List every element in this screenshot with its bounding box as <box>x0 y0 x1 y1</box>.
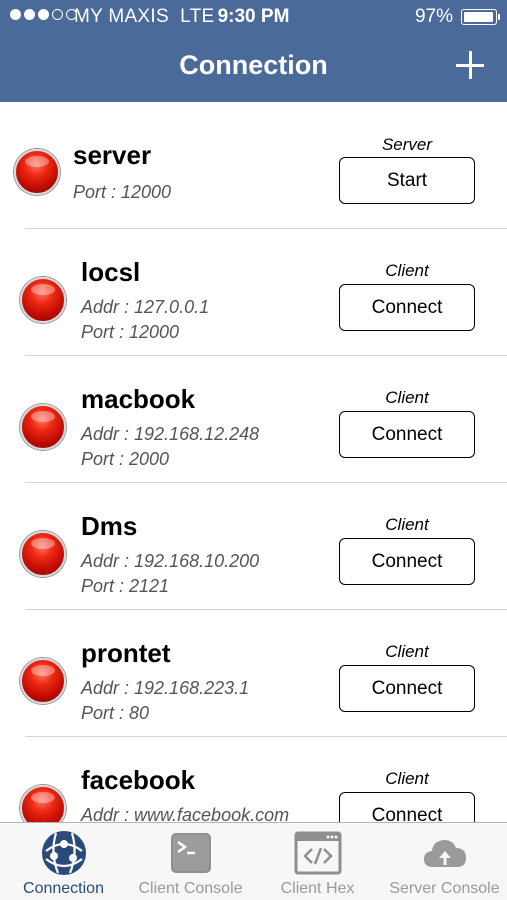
tab-label: Server Console <box>389 880 500 897</box>
tab-label: Client Hex <box>280 880 355 897</box>
connection-name: Dms <box>81 511 138 541</box>
connect-button[interactable]: Connect <box>339 792 475 822</box>
connection-status-icon <box>14 149 60 195</box>
add-connection-button[interactable] <box>455 50 485 80</box>
connection-address: Addr : www.facebook.com <box>81 805 290 822</box>
connection-type-label: Server <box>381 135 433 154</box>
connection-type-label: Client <box>385 642 429 661</box>
connection-row[interactable]: prontet Addr : 192.168.223.1 Port : 80 Clie… <box>0 610 507 737</box>
connect-button[interactable]: Connect <box>339 411 475 458</box>
carrier-name: MY MAXIS LTE <box>74 6 215 27</box>
tab-client-console[interactable]: Client Console <box>127 823 254 900</box>
connection-address: Addr : 127.0.0.1 <box>81 297 210 317</box>
connection-row[interactable]: Dms Addr : 192.168.10.200 Port : 2121 Clien… <box>0 483 507 610</box>
connect-button[interactable]: Connect <box>339 538 475 585</box>
connection-name: facebook <box>81 765 196 795</box>
connection-type-label: Client <box>385 261 429 280</box>
tab-label: Connection <box>23 880 104 897</box>
globe-network-icon <box>41 831 86 875</box>
connect-button[interactable]: Connect <box>339 284 475 331</box>
tab-server-console[interactable]: Server Console <box>381 823 507 900</box>
connection-port: Port : 80 <box>81 703 150 723</box>
connection-address: Addr : 192.168.10.200 <box>81 551 260 571</box>
connection-row[interactable]: macbook Addr : 192.168.12.248 Port : 2000 C… <box>0 356 507 483</box>
connection-list[interactable]: server Port : 12000 Server Start locsl Addr :… <box>0 102 507 822</box>
tab-bar: Connection Client Console Client Hex Ser… <box>0 822 507 900</box>
connection-address: Addr : 192.168.12.248 <box>81 424 260 444</box>
navigation-header: MY MAXIS LTE 9:30 PM 97% Connection <box>0 0 507 102</box>
cloud-upload-icon <box>423 840 466 867</box>
tab-label: Client Console <box>138 880 243 897</box>
connection-port: Port : 12000 <box>73 182 172 202</box>
connection-status-icon <box>20 404 66 450</box>
status-bar: MY MAXIS LTE 9:30 PM 97% <box>0 0 507 34</box>
connection-status-icon <box>20 531 66 577</box>
connection-address: Addr : 192.168.223.1 <box>81 678 250 698</box>
connection-type-label: Client <box>385 515 429 534</box>
code-window-icon <box>294 831 341 875</box>
connection-row[interactable]: locsl Addr : 127.0.0.1 Port : 12000 Client C… <box>0 229 507 356</box>
terminal-icon <box>170 833 211 873</box>
connection-name: macbook <box>81 384 196 414</box>
page-title: Connection <box>179 50 328 80</box>
tab-connection[interactable]: Connection <box>0 823 127 900</box>
connection-type-label: Client <box>385 388 429 407</box>
tab-client-hex[interactable]: Client Hex <box>254 823 381 900</box>
status-time: 9:30 PM <box>217 6 290 27</box>
connection-name: server <box>73 140 152 170</box>
connection-name: locsl <box>81 257 141 287</box>
battery-icon <box>461 9 500 25</box>
connection-name: prontet <box>81 638 171 668</box>
connection-row[interactable]: facebook Addr : www.facebook.com Client Con… <box>0 737 507 822</box>
connection-status-icon <box>20 658 66 704</box>
connection-status-icon <box>20 785 66 822</box>
battery-percent: 97% <box>414 6 453 27</box>
connect-button[interactable]: Connect <box>339 665 475 712</box>
signal-strength-icon <box>10 9 77 20</box>
connection-type-label: Client <box>385 769 429 788</box>
start-button[interactable]: Start <box>339 157 475 204</box>
connection-row[interactable]: server Port : 12000 Server Start <box>0 102 507 229</box>
connection-status-icon <box>20 277 66 323</box>
network-type: LTE <box>180 6 215 27</box>
connection-port: Port : 2000 <box>81 449 170 469</box>
connection-port: Port : 12000 <box>81 322 180 342</box>
connection-port: Port : 2121 <box>81 576 170 596</box>
